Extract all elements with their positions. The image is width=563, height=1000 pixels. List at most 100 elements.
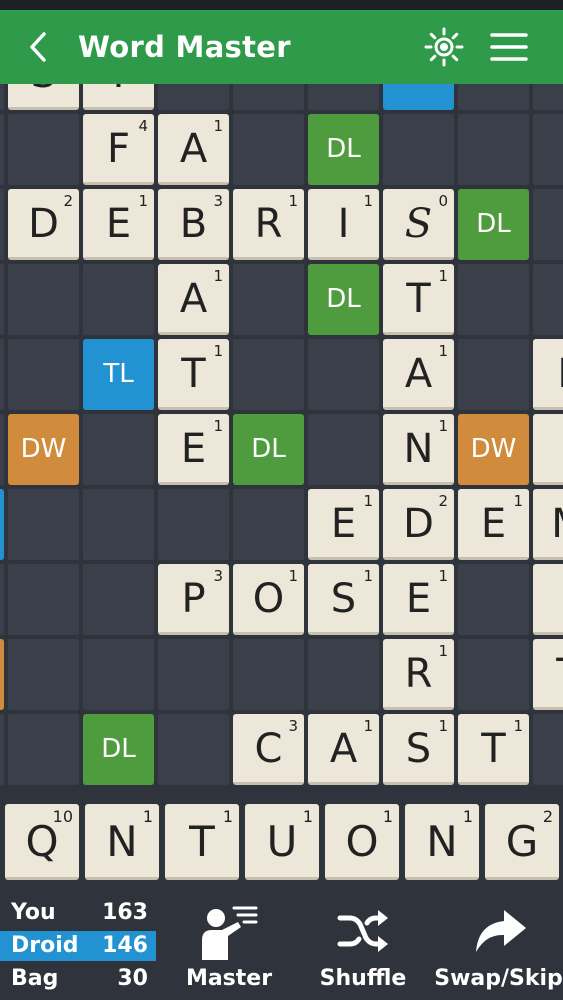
rack-tile[interactable]: Q 10 xyxy=(5,804,79,880)
board-cell[interactable] xyxy=(533,189,563,260)
board-tile: D2 xyxy=(8,189,79,260)
board-cell[interactable] xyxy=(0,264,4,335)
board-tile: I1 xyxy=(308,189,379,260)
tile-letter: L xyxy=(533,346,563,402)
board-cell[interactable] xyxy=(8,489,79,560)
bonus-square-dl[interactable]: DL xyxy=(233,414,304,485)
tile-points: 4 xyxy=(138,117,148,135)
tile-letter: S xyxy=(8,84,79,102)
board-cell[interactable] xyxy=(158,84,229,110)
board-tile: T1 xyxy=(158,339,229,410)
board-cell[interactable] xyxy=(8,264,79,335)
rack-tile[interactable]: N1 xyxy=(405,804,479,880)
board-cell[interactable] xyxy=(533,264,563,335)
board-cell[interactable] xyxy=(0,189,4,260)
board-cell[interactable] xyxy=(0,114,4,185)
board-cell[interactable] xyxy=(308,84,379,110)
board-cell[interactable] xyxy=(233,264,304,335)
board-cell[interactable] xyxy=(533,114,563,185)
board-cell[interactable] xyxy=(8,639,79,710)
tile-points: 1 xyxy=(438,717,448,735)
bonus-square-dl[interactable]: DL xyxy=(83,714,154,785)
rack-tile-points: 2 xyxy=(542,807,553,826)
tile-rack[interactable]: Q 10 N 1 T 1 U 1 O 1 N 1 G 2 xyxy=(0,788,563,890)
bonus-square-tl[interactable]: TL xyxy=(383,84,454,110)
bonus-square-tl[interactable] xyxy=(0,489,4,560)
board-cell[interactable] xyxy=(308,339,379,410)
board-cell[interactable] xyxy=(158,639,229,710)
tile-points: 1 xyxy=(513,492,523,510)
bonus-square-dw[interactable]: DW xyxy=(8,414,79,485)
board-cell[interactable] xyxy=(458,564,529,635)
board-cell[interactable] xyxy=(233,489,304,560)
tile-points: 1 xyxy=(213,417,223,435)
rack-tile[interactable]: U1 xyxy=(245,804,319,880)
board-cell[interactable] xyxy=(83,264,154,335)
bottom-bar: You 163 Droid 146 Bag 30 Master Shuffle … xyxy=(0,890,563,1000)
board-cell[interactable] xyxy=(458,84,529,110)
board-cell[interactable] xyxy=(158,489,229,560)
bonus-square-dl[interactable]: DL xyxy=(308,114,379,185)
board-cell[interactable] xyxy=(83,564,154,635)
board-cell[interactable] xyxy=(0,564,4,635)
board-cell[interactable] xyxy=(83,489,154,560)
board-cell[interactable] xyxy=(0,714,4,785)
game-board[interactable]: TLDLDLDLTLDWDLDWDLSTF4A1D2E1B3R1I1S0A1T1… xyxy=(0,84,563,788)
bonus-square-dl[interactable]: DL xyxy=(308,264,379,335)
board-cell[interactable] xyxy=(0,84,4,110)
board-cell[interactable] xyxy=(0,339,4,410)
board-cell[interactable] xyxy=(533,84,563,110)
bonus-square-dw[interactable] xyxy=(0,639,4,710)
tile-letter: T xyxy=(83,84,154,102)
rack-tile-points: 1 xyxy=(302,807,313,826)
score-row-you: You 163 xyxy=(0,898,156,928)
board-tile: E1 xyxy=(458,489,529,560)
board-cell[interactable] xyxy=(233,339,304,410)
bonus-square-dl[interactable]: DL xyxy=(458,189,529,260)
board-cell[interactable] xyxy=(458,639,529,710)
board-cell[interactable] xyxy=(233,639,304,710)
rack-tile[interactable]: G2 xyxy=(485,804,559,880)
board-cell[interactable] xyxy=(158,714,229,785)
menu-button[interactable] xyxy=(486,26,532,68)
tile-letter: M xyxy=(533,496,563,552)
board-tile: C3 xyxy=(233,714,304,785)
board-cell[interactable] xyxy=(83,414,154,485)
tile-points: 2 xyxy=(63,192,73,210)
board-cell[interactable] xyxy=(458,114,529,185)
board-cell[interactable] xyxy=(8,114,79,185)
board-cell[interactable] xyxy=(458,339,529,410)
tile-letter: I xyxy=(533,571,563,627)
board-cell[interactable] xyxy=(383,114,454,185)
board-tile: P3 xyxy=(158,564,229,635)
rack-tile[interactable]: T1 xyxy=(165,804,239,880)
master-label: Master xyxy=(185,966,273,991)
back-button[interactable] xyxy=(22,28,58,66)
board-cell[interactable] xyxy=(8,564,79,635)
score-value: 30 xyxy=(117,966,148,991)
board-tile: N1 xyxy=(383,414,454,485)
board-cell[interactable] xyxy=(533,714,563,785)
bonus-square-tl[interactable]: TL xyxy=(83,339,154,410)
swap-skip-button[interactable]: Swap/Skip xyxy=(434,890,563,1000)
rack-tile[interactable]: O1 xyxy=(325,804,399,880)
swap-skip-label: Swap/Skip xyxy=(434,966,563,991)
score-value: 163 xyxy=(102,900,148,925)
board-cell[interactable] xyxy=(0,414,4,485)
brightness-button[interactable] xyxy=(422,25,466,69)
master-button[interactable]: Master xyxy=(170,890,288,1000)
board-cell[interactable] xyxy=(233,114,304,185)
shuffle-button[interactable]: Shuffle xyxy=(306,890,420,1000)
board-cell[interactable] xyxy=(233,84,304,110)
tile-points: 1 xyxy=(438,417,448,435)
board-cell[interactable] xyxy=(308,639,379,710)
rack-tile[interactable]: N1 xyxy=(85,804,159,880)
board-cell[interactable] xyxy=(83,639,154,710)
rack-tile-points: 1 xyxy=(142,807,153,826)
board-cell[interactable] xyxy=(458,264,529,335)
bonus-square-dw[interactable]: DW xyxy=(458,414,529,485)
board-cell[interactable] xyxy=(8,339,79,410)
board-cell[interactable] xyxy=(8,714,79,785)
board-cell[interactable] xyxy=(308,414,379,485)
tile-points: 1 xyxy=(438,567,448,585)
